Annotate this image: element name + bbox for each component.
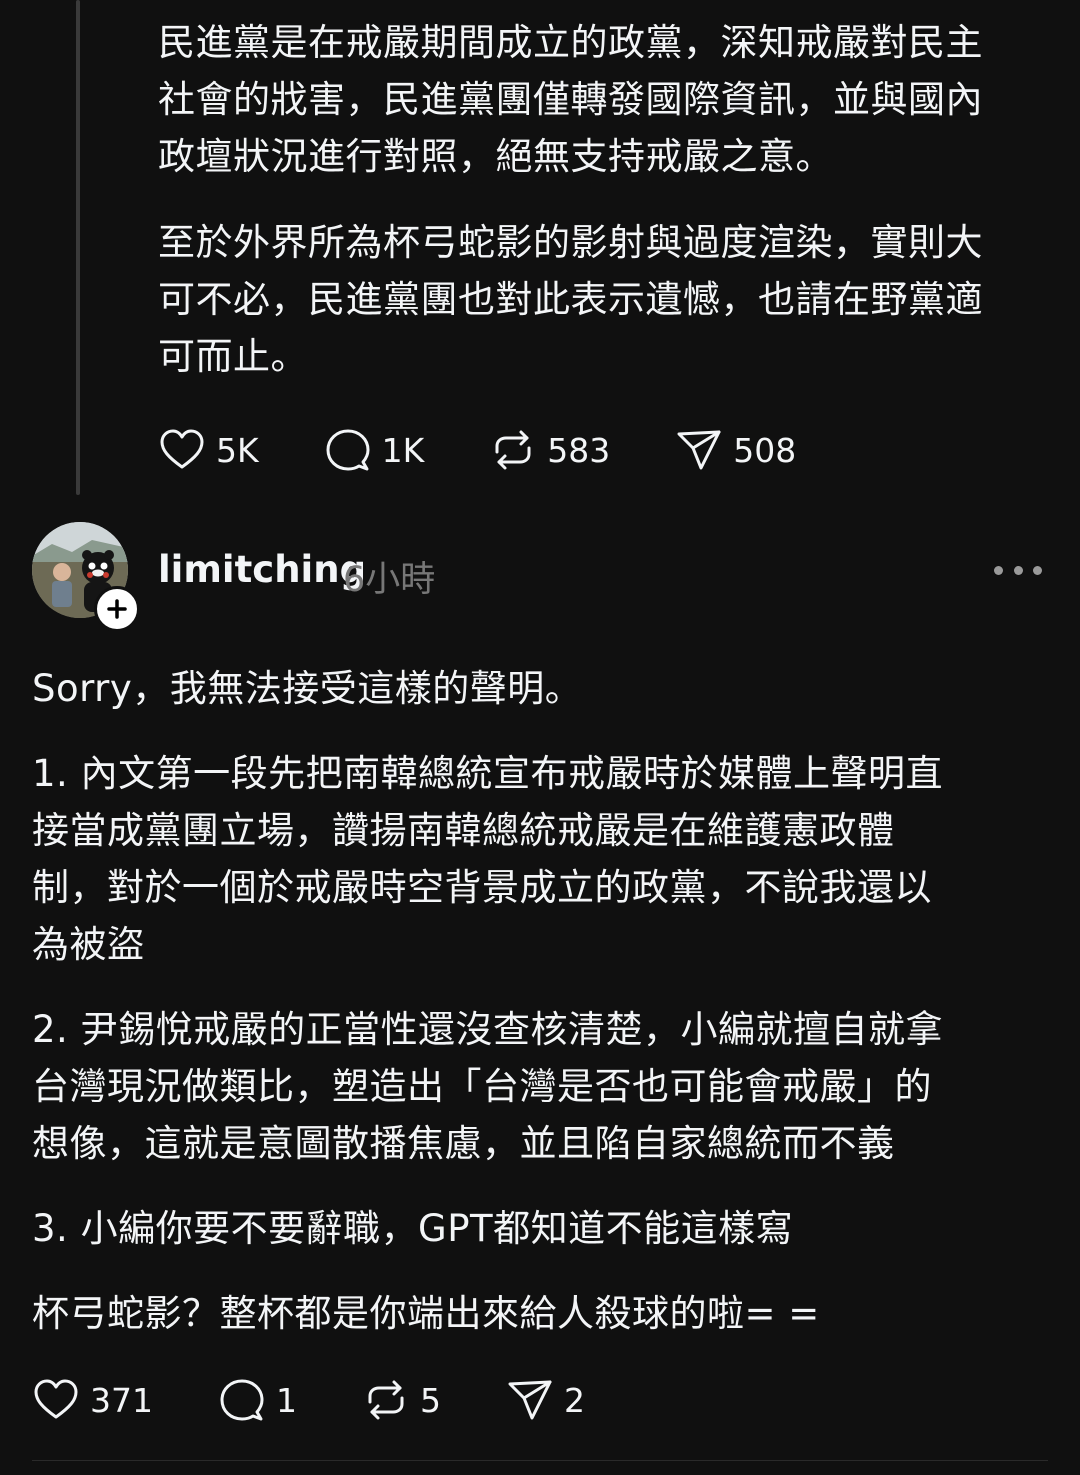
repost-count: 583	[547, 430, 611, 470]
heart-icon	[160, 429, 204, 469]
share-button[interactable]: 2	[506, 1376, 585, 1424]
like-count: 371	[90, 1380, 153, 1420]
comment-count: 1	[276, 1380, 297, 1420]
reply-paragraph: Sorry，我無法接受這樣的聲明。	[32, 667, 583, 710]
reply-paragraph: 2. 尹錫悅戒嚴的正當性還沒查核清楚，小編就擅自就拿 台灣現況做類比，塑造出「台…	[32, 1008, 944, 1165]
comment-button[interactable]: 1K	[324, 426, 425, 474]
share-button[interactable]: 508	[675, 426, 796, 474]
repost-count: 5	[420, 1380, 441, 1420]
like-button[interactable]: 371	[32, 1376, 153, 1424]
like-count: 5K	[216, 430, 259, 470]
more-options-icon	[1033, 565, 1042, 575]
comment-count: 1K	[381, 430, 425, 470]
speech-bubble-icon	[326, 429, 370, 471]
parent-post-paragraph: 至於外界所為杯弓蛇影的影射與過度渲染，實則大 可不必，民進黨團也對此表示遺憾，也…	[158, 221, 983, 378]
parent-post-paragraph: 民進黨是在戒嚴期間成立的政黨，深知戒嚴對民主 社會的戕害，民進黨團僅轉發國際資訊…	[158, 21, 983, 178]
reply-paragraph: 1. 內文第一段先把南韓總統宣布戒嚴時於媒體上聲明直 接當成黨團立場，讚揚南韓總…	[32, 752, 944, 966]
more-options-icon	[994, 565, 1003, 575]
reply-paragraph: 杯弓蛇影？整杯都是你端出來給人殺球的啦= =	[32, 1292, 820, 1335]
share-count: 508	[733, 430, 797, 470]
username[interactable]: limitching	[158, 548, 366, 591]
repost-arrows-icon	[495, 430, 531, 470]
reply-paragraph: 3. 小編你要不要辭職，GPT都知道不能這樣寫	[32, 1207, 794, 1250]
reply-post-action-bar: 371 1 5 2	[32, 1376, 650, 1424]
speech-bubble-icon	[220, 1379, 264, 1421]
plus-icon	[107, 599, 127, 619]
follow-button[interactable]	[94, 586, 140, 632]
repost-button[interactable]: 583	[489, 426, 610, 474]
heart-icon	[34, 1379, 78, 1419]
like-button[interactable]: 5K	[158, 426, 259, 474]
repost-arrows-icon	[368, 1380, 404, 1420]
paper-plane-icon	[508, 1380, 552, 1420]
repost-button[interactable]: 5	[362, 1376, 441, 1424]
comment-button[interactable]: 1	[218, 1376, 297, 1424]
more-options-icon	[1013, 565, 1023, 575]
thread-connector-line	[76, 0, 80, 495]
paper-plane-icon	[677, 430, 721, 470]
more-options-button[interactable]	[994, 552, 1042, 588]
post-timestamp: 6小時	[343, 560, 436, 600]
parent-post-action-bar: 5K 1K 583 508	[158, 426, 861, 474]
reply-post-text: Sorry，我無法接受這樣的聲明。 1. 內文第一段先把南韓總統宣布戒嚴時於媒體…	[32, 660, 1032, 1342]
parent-post-text: 民進黨是在戒嚴期間成立的政黨，深知戒嚴對民主 社會的戕害，民進黨團僅轉發國際資訊…	[158, 14, 1038, 385]
share-count: 2	[564, 1380, 585, 1420]
post-divider	[32, 1460, 1048, 1461]
